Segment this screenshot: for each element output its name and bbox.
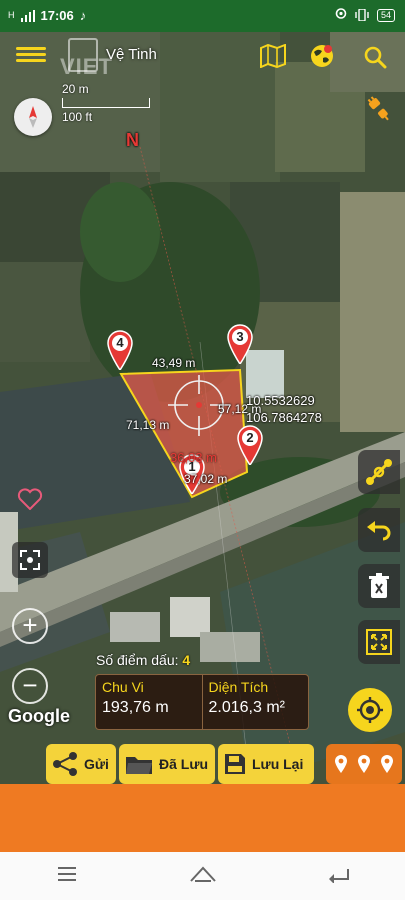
marker-2[interactable]: 2: [236, 425, 264, 465]
fit-bounds-button[interactable]: [358, 620, 400, 664]
trash-icon: [369, 573, 389, 598]
north-indicator: N: [126, 130, 139, 150]
marker-2-label: 2: [246, 430, 254, 445]
compass-button[interactable]: [14, 98, 52, 136]
map-icon: [260, 44, 286, 68]
watermark: VIET: [60, 54, 113, 79]
point-count-value: 4: [182, 652, 191, 668]
back-icon: [328, 868, 349, 884]
fullscreen-button[interactable]: [12, 542, 48, 578]
scale-metric: 20 m: [62, 82, 89, 96]
map-layers-button[interactable]: [258, 42, 288, 70]
undo-icon: [367, 521, 391, 541]
my-location-button[interactable]: [348, 688, 392, 732]
crosshair-icon: [357, 697, 383, 723]
saved-button[interactable]: Đã Lưu: [119, 744, 215, 784]
scale-imperial: 100 ft: [62, 110, 93, 124]
undo-button[interactable]: [358, 508, 400, 552]
back-button[interactable]: [328, 865, 350, 888]
edge-length-top: 43,49 m: [152, 356, 196, 370]
favorite-button[interactable]: [14, 484, 46, 514]
recent-apps-button[interactable]: [56, 866, 78, 887]
map-view[interactable]: [0, 32, 405, 784]
search-button[interactable]: [360, 42, 390, 72]
satellite-imagery: [0, 32, 405, 784]
area-cell: Diện Tích 2.016,3 m²: [201, 675, 309, 729]
edit-path-button[interactable]: [358, 450, 400, 494]
edge-length-left: 71,13 m: [126, 418, 170, 432]
perimeter-label: Chu Vi: [102, 679, 144, 695]
vibrate-icon: [355, 9, 369, 21]
globe-icon: [311, 45, 333, 67]
google-logo: Google: [8, 706, 70, 726]
area-label: Diện Tích: [208, 679, 269, 695]
longitude-value: 106.7864278: [246, 410, 322, 425]
scale-bar: [62, 98, 150, 108]
latitude-value: 10.5532629: [246, 393, 315, 408]
marker-3[interactable]: 3: [226, 324, 254, 364]
save-icon: [225, 754, 245, 774]
map-scale: 20 m 100 ft: [62, 82, 150, 124]
folder-icon: [126, 757, 152, 774]
points-toggle-button[interactable]: [326, 744, 402, 784]
zoom-out-button[interactable]: −: [12, 668, 48, 704]
globe-button[interactable]: [306, 40, 338, 72]
save-label: Lưu Lại: [252, 756, 304, 772]
menu-button[interactable]: [16, 44, 46, 68]
send-button[interactable]: Gửi: [46, 744, 116, 784]
pin-icon: [380, 755, 393, 773]
status-bar: H 17:06 ♪ 54: [0, 0, 405, 32]
plug-icon: [367, 96, 389, 121]
path-edit-icon: [366, 459, 392, 485]
point-count: Số điểm dấu: 4: [96, 652, 190, 668]
search-icon: [364, 46, 387, 69]
perimeter-value: 193,76 m: [102, 699, 169, 716]
menu-lines-icon: [57, 866, 76, 881]
ad-banner-area: [0, 784, 405, 852]
point-count-label: Số điểm dấu:: [96, 652, 179, 668]
home-button[interactable]: [189, 865, 217, 888]
battery-indicator: 54: [376, 8, 395, 22]
location-icon: [335, 8, 347, 19]
tiktok-icon: ♪: [79, 8, 87, 23]
saved-label: Đã Lưu: [159, 756, 209, 772]
expand-icon: [366, 629, 392, 655]
perimeter-cell: Chu Vi 193,76 m: [96, 675, 202, 729]
fullscreen-icon: [20, 550, 40, 570]
system-nav-bar: [0, 852, 405, 900]
signal-icon: [20, 9, 35, 22]
share-icon: [53, 752, 77, 776]
compass-icon: [29, 106, 37, 128]
delete-button[interactable]: [358, 564, 400, 608]
network-indicator: H: [8, 10, 15, 20]
screen: H 17:06 ♪ 54 VIET Vệ Tinh 20 m 100 ft N …: [0, 0, 405, 900]
marker-3-label: 3: [236, 329, 244, 344]
coordinates-readout: 10.5532629 106.7864278: [246, 392, 322, 426]
pin-icon: [335, 755, 348, 773]
send-label: Gửi: [84, 756, 109, 772]
heart-icon: [17, 488, 43, 510]
home-icon: [189, 866, 216, 882]
pin-icon: [357, 755, 370, 773]
marker-4-label: 4: [116, 335, 124, 350]
marker-4[interactable]: 4: [106, 330, 134, 370]
unplug-button[interactable]: [362, 92, 396, 126]
map-type-title[interactable]: Vệ Tinh: [106, 46, 157, 63]
zoom-in-button[interactable]: +: [12, 608, 48, 644]
edge-length-bottom: 37,02 m: [184, 472, 228, 486]
center-distance-label: 36,03 m: [170, 450, 217, 465]
status-time: 17:06: [40, 8, 74, 23]
measurement-summary: Chu Vi 193,76 m Diện Tích 2.016,3 m²: [95, 674, 309, 730]
save-button[interactable]: Lưu Lại: [218, 744, 314, 784]
area-value: 2.016,3 m²: [208, 699, 285, 716]
